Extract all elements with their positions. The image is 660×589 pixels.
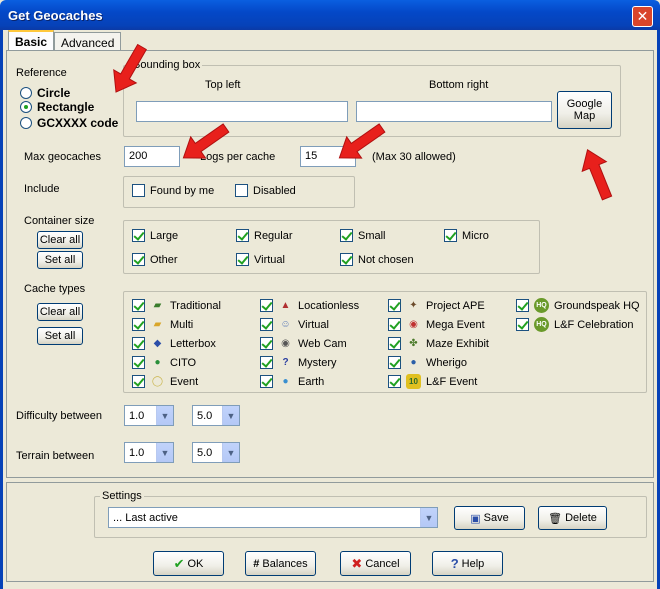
arrow-google-map (574, 144, 620, 204)
arrow-logs-per-cache (331, 116, 390, 169)
arrow-reference (104, 40, 154, 100)
arrow-max-geocaches (175, 116, 234, 169)
annotation-arrows (104, 40, 620, 204)
